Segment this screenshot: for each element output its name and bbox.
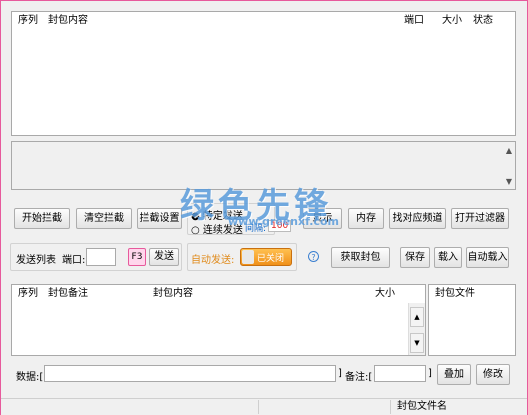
- radio-b-icon: ○: [191, 225, 200, 236]
- send-scroll-up-icon[interactable]: ▲: [410, 307, 424, 327]
- data-close-bracket: ]: [338, 368, 342, 379]
- status-cell-1: [258, 400, 389, 414]
- col-status: 状态: [473, 15, 493, 26]
- auto-send-toggle[interactable]: 已关闭: [240, 248, 292, 266]
- send-mode-option-b[interactable]: ○ 连续发送: [191, 221, 243, 236]
- auto-send-state: 已关闭: [257, 254, 285, 264]
- col-index: 序列: [18, 15, 38, 26]
- send-mode-group: ● 特定发送 ○ 连续发送 间隔: 100: [187, 203, 292, 236]
- send-col-size: 大小: [375, 288, 395, 299]
- auto-load-button[interactable]: 自动载入: [466, 247, 509, 268]
- show-button[interactable]: 显示: [303, 208, 342, 229]
- send-scroll-down-icon[interactable]: ▼: [410, 333, 424, 353]
- open-filter-button[interactable]: 打开过滤器: [451, 208, 509, 229]
- get-packet-button[interactable]: 获取封包: [331, 247, 390, 268]
- packet-file-list[interactable]: 封包文件: [428, 284, 516, 356]
- send-list-scrollbar[interactable]: ▲ ▼: [408, 303, 425, 355]
- load-button[interactable]: 载入: [434, 247, 462, 268]
- find-channel-button[interactable]: 找对应频道: [389, 208, 446, 229]
- packet-file-header: 封包文件: [435, 288, 475, 299]
- modify-button[interactable]: 修改: [476, 364, 510, 385]
- remark-label: 备注:[: [345, 372, 373, 383]
- scroll-up-icon[interactable]: ▲: [506, 146, 512, 155]
- auto-send-label: 自动发送:: [191, 255, 235, 266]
- send-col-remark: 封包备注: [48, 288, 88, 299]
- f3-button[interactable]: F3: [128, 248, 146, 266]
- remark-close-bracket: ]: [428, 368, 432, 379]
- interval-label: 间隔:: [245, 224, 267, 234]
- remark-input[interactable]: [374, 365, 426, 382]
- port-label: 端口:: [62, 255, 86, 266]
- interval-input[interactable]: 100: [268, 220, 292, 232]
- send-col-content: 封包内容: [153, 288, 193, 299]
- send-list[interactable]: 序列 封包备注 封包内容 大小 ▲ ▼: [11, 284, 426, 356]
- memory-button[interactable]: 内存: [348, 208, 384, 229]
- send-mode-option-a[interactable]: ● 特定发送: [191, 207, 243, 222]
- port-input[interactable]: [86, 248, 116, 266]
- capture-list[interactable]: 序列 封包内容 端口 大小 状态: [11, 11, 516, 136]
- save-button[interactable]: 保存: [400, 247, 430, 268]
- detail-panel[interactable]: ▲ ▼: [11, 141, 516, 190]
- data-input[interactable]: [44, 365, 336, 382]
- col-content: 封包内容: [48, 15, 88, 26]
- status-packet-file-name: 封包文件名: [390, 400, 526, 414]
- data-label: 数据:[: [16, 372, 44, 383]
- send-list-label: 发送列表: [16, 255, 56, 266]
- col-port: 端口: [404, 15, 424, 26]
- toggle-knob: [242, 250, 254, 264]
- send-col-index: 序列: [18, 288, 38, 299]
- overlay-button[interactable]: 叠加: [437, 364, 471, 385]
- start-intercept-button[interactable]: 开始拦截: [14, 208, 70, 229]
- clear-intercept-button[interactable]: 清空拦截: [76, 208, 132, 229]
- scroll-down-icon[interactable]: ▼: [506, 177, 512, 186]
- intercept-settings-button[interactable]: 拦截设置: [137, 208, 182, 229]
- send-button[interactable]: 发送: [149, 248, 179, 266]
- col-size: 大小: [442, 15, 462, 26]
- help-icon[interactable]: ?: [308, 251, 319, 262]
